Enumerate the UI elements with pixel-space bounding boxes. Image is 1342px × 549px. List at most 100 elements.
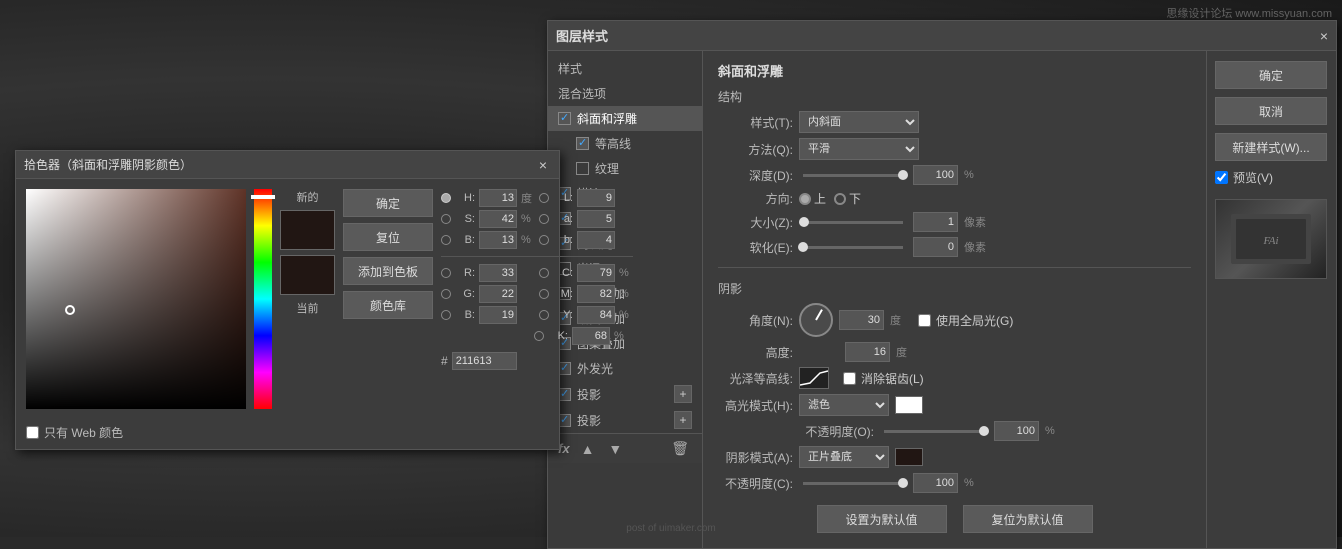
new-style-button[interactable]: 新建样式(W)... — [1215, 133, 1327, 161]
hilight-color-swatch[interactable] — [895, 396, 923, 414]
picker-reset-button[interactable]: 复位 — [343, 223, 433, 251]
y-input[interactable] — [577, 306, 615, 324]
gloss-row: 光泽等高线: 消除锯齿(L) — [718, 367, 1191, 389]
b-unit: % — [521, 234, 535, 246]
b2-radio[interactable] — [539, 235, 549, 245]
menu-item-drop-shadow-2[interactable]: 投影 + — [548, 407, 702, 433]
preview-checkbox[interactable] — [1215, 171, 1228, 184]
depth-slider[interactable] — [803, 174, 903, 177]
hilight-mode-select[interactable]: 滤色 — [799, 394, 889, 416]
shadow-color-swatch[interactable] — [895, 448, 923, 466]
angle-input[interactable] — [839, 310, 884, 330]
angle-wheel[interactable] — [799, 303, 833, 337]
h-unit: 度 — [521, 190, 535, 206]
c-input[interactable] — [577, 264, 615, 282]
hilight-opacity-input[interactable] — [994, 421, 1039, 441]
g-radio[interactable] — [441, 289, 451, 299]
hilight-opacity-unit: % — [1045, 425, 1067, 437]
color-gradient-square[interactable] — [26, 189, 246, 409]
cancel-button[interactable]: 取消 — [1215, 97, 1327, 125]
picker-add-swatch-button[interactable]: 添加到色板 — [343, 257, 433, 285]
angle-unit: 度 — [890, 312, 912, 328]
soften-slider[interactable] — [803, 246, 903, 249]
soften-input[interactable] — [913, 237, 958, 257]
picker-color-lib-button[interactable]: 颜色库 — [343, 291, 433, 319]
drop-shadow-2-plus[interactable]: + — [674, 411, 692, 429]
r-radio[interactable] — [441, 268, 451, 278]
size-input[interactable] — [913, 212, 958, 232]
depth-label: 深度(D): — [718, 167, 793, 184]
c-radio[interactable] — [539, 268, 549, 278]
menu-item-blend[interactable]: 混合选项 — [548, 81, 702, 106]
method-select[interactable]: 平滑 — [799, 138, 919, 160]
b-radio[interactable] — [441, 235, 451, 245]
b3-input-row: B: Y: % — [441, 306, 633, 324]
picker-ok-button[interactable]: 确定 — [343, 189, 433, 217]
depth-input[interactable] — [913, 165, 958, 185]
l-radio[interactable] — [539, 193, 549, 203]
color-picker-titlebar: 拾色器（斜面和浮雕阴影颜色） × — [16, 151, 559, 179]
delete-effect-button[interactable]: 🗑 — [668, 440, 692, 457]
contour-checkbox[interactable] — [576, 137, 589, 150]
shadow-opacity-slider[interactable] — [803, 482, 903, 485]
b3-input[interactable] — [479, 306, 517, 324]
h-input[interactable] — [479, 189, 517, 207]
remove-effect-button[interactable]: ▼ — [605, 441, 625, 457]
m-input[interactable] — [577, 285, 615, 303]
hilight-opacity-slider[interactable] — [884, 430, 984, 433]
ok-button[interactable]: 确定 — [1215, 61, 1327, 89]
anti-alias-checkbox[interactable] — [843, 372, 856, 385]
b-input[interactable] — [479, 231, 517, 249]
method-label: 方法(Q): — [718, 141, 793, 158]
altitude-row: 高度: 度 — [718, 342, 1191, 362]
size-row: 大小(Z): 像素 — [718, 212, 1191, 232]
direction-down-item[interactable]: 下 — [834, 190, 861, 207]
k-input[interactable] — [572, 327, 610, 345]
s-input[interactable] — [479, 210, 517, 228]
bevel-checkbox[interactable] — [558, 112, 571, 125]
global-light-checkbox[interactable] — [918, 314, 931, 327]
size-label: 大小(Z): — [718, 214, 793, 231]
gloss-contour-preview[interactable] — [799, 367, 829, 389]
menu-item-contour[interactable]: 等高线 — [548, 131, 702, 156]
drop-shadow-1-plus[interactable]: + — [674, 385, 692, 403]
y-radio[interactable] — [539, 310, 549, 320]
b-input-row: B: % b: — [441, 231, 633, 249]
gradient-field[interactable] — [26, 189, 246, 409]
hex-input[interactable] — [452, 352, 517, 370]
shadow-mode-select[interactable]: 正片叠底 — [799, 446, 889, 468]
direction-up-item[interactable]: 上 — [799, 190, 826, 207]
l-label: L: — [553, 192, 573, 204]
b3-radio[interactable] — [441, 310, 451, 320]
altitude-input[interactable] — [845, 342, 890, 362]
direction-up-radio[interactable] — [799, 193, 811, 205]
style-select[interactable]: 内斜面 — [799, 111, 919, 133]
hue-strip[interactable] — [254, 189, 272, 409]
r-input[interactable] — [479, 264, 517, 282]
set-default-button[interactable]: 设置为默认值 — [817, 505, 947, 533]
menu-item-styles[interactable]: 样式 — [548, 56, 702, 81]
m-radio[interactable] — [539, 289, 549, 299]
a-radio[interactable] — [539, 214, 549, 224]
g-input[interactable] — [479, 285, 517, 303]
reset-default-button[interactable]: 复位为默认值 — [963, 505, 1093, 533]
h-input-row: H: 度 L: — [441, 189, 633, 207]
hex-label: # — [441, 354, 448, 368]
k-radio[interactable] — [534, 331, 544, 341]
a-input[interactable] — [577, 210, 615, 228]
add-effect-button[interactable]: ▲ — [578, 441, 598, 457]
menu-item-texture[interactable]: 纹理 — [548, 156, 702, 181]
texture-checkbox[interactable] — [576, 162, 589, 175]
shadow-opacity-input[interactable] — [913, 473, 958, 493]
layer-style-close-button[interactable]: × — [1320, 28, 1328, 44]
color-picker-close-button[interactable]: × — [535, 157, 551, 173]
h-radio[interactable] — [441, 193, 451, 203]
m-unit: % — [619, 288, 633, 300]
web-color-checkbox[interactable] — [26, 426, 39, 439]
l-input[interactable] — [577, 189, 615, 207]
menu-item-bevel[interactable]: 斜面和浮雕 — [548, 106, 702, 131]
b2-input[interactable] — [577, 231, 615, 249]
s-radio[interactable] — [441, 214, 451, 224]
size-slider[interactable] — [803, 221, 903, 224]
direction-down-radio[interactable] — [834, 193, 846, 205]
